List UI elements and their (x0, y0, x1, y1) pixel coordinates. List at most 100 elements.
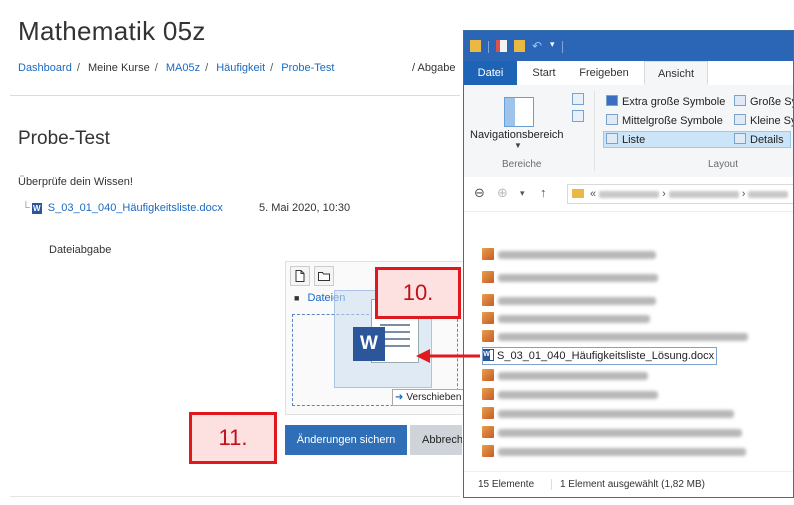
group-label-bereiche: Bereiche (502, 159, 542, 170)
image-file-icon (482, 407, 494, 419)
word-file-icon (483, 349, 494, 361)
tab-datei[interactable]: Datei (464, 61, 517, 85)
breadcrumb-assignment[interactable]: Probe-Test (281, 62, 334, 74)
new-folder-icon[interactable] (314, 266, 334, 286)
breadcrumb: Dashboard / Meine Kurse / MA05z / Häufigkei… (18, 62, 335, 74)
drag-move-tooltip: ➜ Verschieben (392, 389, 467, 406)
explorer-titlebar[interactable]: ↶ ▾ (464, 31, 793, 61)
list-item[interactable] (482, 311, 650, 327)
address-prefix: « (590, 188, 597, 200)
forward-arrow-icon[interactable]: ⊕ (497, 185, 508, 201)
small-icons-icon (734, 114, 746, 125)
details-view-icon (734, 133, 746, 144)
undo-icon[interactable]: ↶ (532, 39, 543, 53)
file-submission-label: Dateiabgabe (49, 244, 112, 256)
status-selection: 1 Element ausgewählt (1,82 MB) (550, 479, 706, 490)
folder-icon (470, 40, 481, 52)
red-arrow-icon (416, 349, 480, 363)
step-11-callout: 11. (189, 412, 277, 464)
breadcrumb-topic[interactable]: Häufigkeit (216, 62, 265, 74)
list-item[interactable] (482, 329, 748, 345)
folder-icon: ■ (294, 293, 300, 303)
list-item-selected-docx[interactable]: S_03_01_040_Häufigkeitsliste_Lösung.docx (482, 347, 718, 365)
divider (10, 95, 460, 96)
layout-large-icons[interactable]: Große Sy (734, 95, 794, 108)
list-view-icon (606, 133, 618, 144)
breadcrumb-submission[interactable]: / Abgabe (412, 62, 455, 74)
layout-medium-icons[interactable]: Mittelgroße Symbole (606, 114, 723, 127)
tree-connector-icon: └ (22, 202, 30, 214)
breadcrumb-course[interactable]: MA05z (166, 62, 200, 74)
image-file-icon (482, 369, 494, 381)
image-file-icon (482, 312, 494, 324)
layout-list-label: Liste (622, 134, 646, 146)
address-bar[interactable]: «› › (567, 184, 793, 204)
image-file-icon (482, 330, 494, 342)
list-item[interactable] (482, 387, 658, 403)
list-item[interactable] (482, 406, 734, 422)
save-changes-button[interactable]: Änderungen sichern (285, 425, 407, 455)
list-item[interactable] (482, 247, 656, 263)
up-arrow-icon[interactable]: ↑ (540, 185, 547, 200)
image-file-icon (482, 294, 494, 306)
layout-list[interactable]: Liste (606, 133, 645, 146)
divider-bottom (10, 496, 460, 497)
back-arrow-icon[interactable]: ⊖ (474, 185, 485, 201)
tab-ansicht[interactable]: Ansicht (644, 61, 708, 85)
image-file-icon (482, 271, 494, 283)
image-file-icon (482, 388, 494, 400)
page-title: Mathematik 05z (18, 16, 206, 46)
status-bar: 15 Elemente 1 Element ausgewählt (1,82 M… (464, 471, 793, 497)
section-title: Probe-Test (18, 128, 110, 149)
selected-file-name: S_03_01_040_Häufigkeitsliste_Lösung.docx (497, 350, 715, 362)
list-item[interactable] (482, 368, 648, 384)
list-item[interactable] (482, 293, 656, 309)
assignment-intro: Überprüfe dein Wissen! (18, 176, 133, 188)
list-item[interactable] (482, 444, 746, 460)
breadcrumb-dashboard[interactable]: Dashboard (18, 62, 72, 74)
cancel-button[interactable]: Abbrechen (410, 425, 462, 455)
layout-small-icons[interactable]: Kleine Sy (734, 114, 794, 127)
layout-medium-label: Mittelgroße Symbole (622, 115, 723, 127)
medium-icons-icon (606, 114, 618, 125)
word-logo-icon: W (353, 327, 385, 361)
preview-pane-icon[interactable] (572, 93, 584, 105)
tab-freigeben[interactable]: Freigeben (576, 61, 632, 85)
layout-small-label: Kleine Sy (750, 115, 794, 127)
list-item[interactable] (482, 270, 658, 286)
chevron-down-icon[interactable]: ▾ (550, 39, 561, 51)
image-file-icon (482, 426, 494, 438)
word-file-icon: W (31, 202, 42, 214)
layout-details[interactable]: Details (734, 133, 784, 146)
large-icons-icon (734, 95, 746, 106)
ribbon-separator (594, 91, 595, 171)
step-10-callout: 10. (375, 267, 461, 319)
breadcrumb-my-courses[interactable]: Meine Kurse (88, 62, 150, 74)
image-file-icon (482, 445, 494, 457)
image-file-icon (482, 248, 494, 260)
attached-file-date: 5. Mai 2020, 10:30 (259, 202, 351, 214)
layout-details-label: Details (750, 134, 784, 146)
chevron-down-icon[interactable]: ▼ (514, 141, 522, 150)
move-arrow-icon: ➜ (395, 392, 404, 403)
attached-file-link[interactable]: S_03_01_040_Häufigkeitsliste.docx (48, 202, 223, 214)
layout-extra-large-icons[interactable]: Extra große Symbole (606, 95, 725, 108)
list-item[interactable] (482, 425, 742, 441)
layout-large-label: Große Sy (750, 96, 794, 108)
navigation-pane-icon[interactable] (504, 97, 534, 127)
new-file-icon[interactable] (290, 266, 310, 286)
ribbon-tabs: Datei Start Freigeben Ansicht (464, 61, 793, 86)
status-item-count: 15 Elemente (478, 479, 535, 490)
attached-file-row: └ W S_03_01_040_Häufigkeitsliste.docx (22, 202, 223, 214)
tab-start[interactable]: Start (524, 61, 564, 85)
drag-move-label: Verschieben (406, 392, 462, 403)
separator (562, 41, 563, 53)
navigation-pane-label[interactable]: Navigationsbereich (470, 129, 564, 141)
details-pane-icon[interactable] (572, 110, 584, 122)
group-label-layout: Layout (708, 159, 739, 170)
recent-locations-icon[interactable]: ▾ (520, 188, 525, 199)
properties-icon[interactable] (496, 40, 507, 52)
new-folder-quick-icon[interactable] (514, 40, 525, 52)
address-row: ⊖ ⊕ ▾ ↑ «› › (464, 177, 793, 212)
layout-extra-large-label: Extra große Symbole (622, 96, 726, 108)
